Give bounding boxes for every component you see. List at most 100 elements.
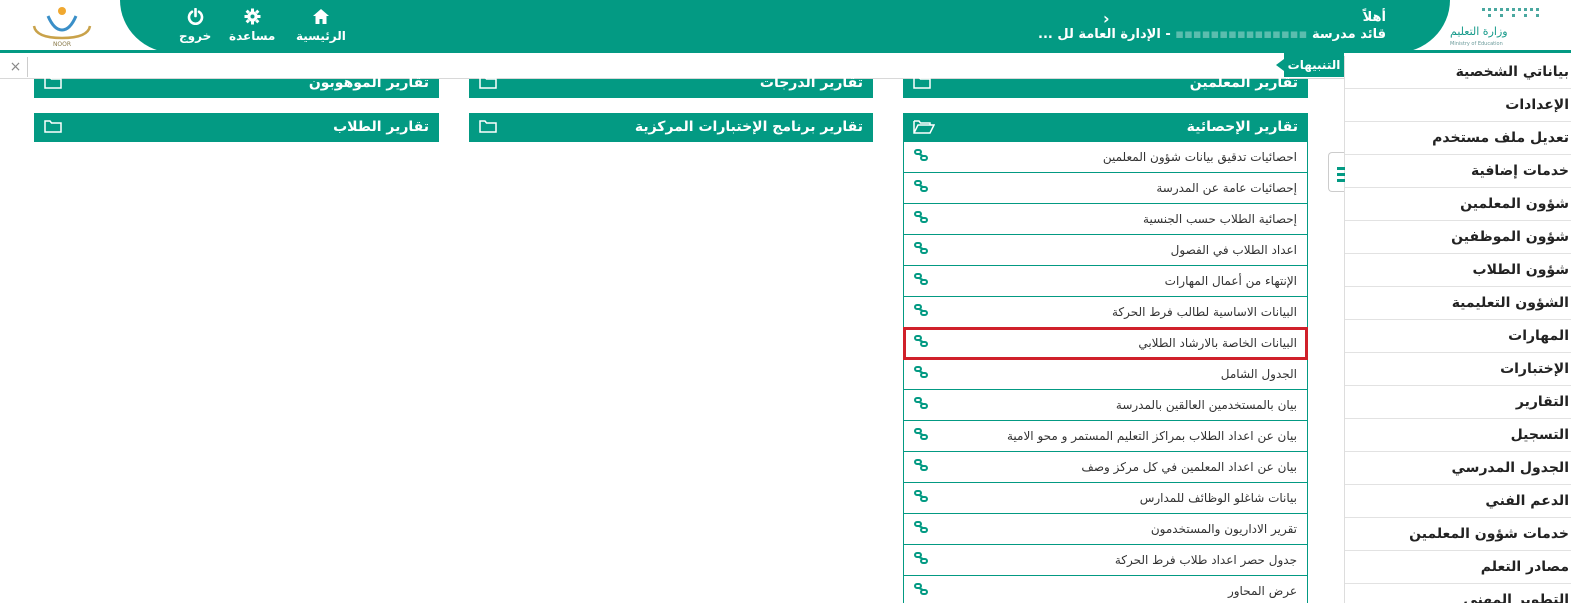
close-icon[interactable]: ×	[4, 57, 28, 77]
moe-logo[interactable]: وزارة التعليم Ministry of Education	[1448, 4, 1544, 48]
link-icon	[914, 490, 928, 502]
folder-icon	[44, 76, 62, 89]
folder-icon	[913, 76, 931, 89]
report-label: إحصائية الطلاب حسب الجنسية	[1143, 212, 1297, 226]
link-icon	[914, 397, 928, 409]
report-label: بيان بالمستخدمين العالقين بالمدرسة	[1115, 398, 1297, 412]
moe-logo-subtext: Ministry of Education	[1450, 41, 1503, 47]
gear-icon	[244, 8, 261, 25]
report-item[interactable]: عرض المحاور	[904, 576, 1307, 603]
report-item[interactable]: بيان بالمستخدمين العالقين بالمدرسة	[904, 390, 1307, 421]
user-role-line: قائد مدرسة ▪▪▪▪▪▪▪▪▪▪▪▪▪▪▪ - الإدارة الع…	[1038, 27, 1386, 42]
link-icon	[914, 242, 928, 254]
user-role: قائد مدرسة	[1311, 27, 1386, 42]
panel-title: تقارير المعلمين	[1189, 75, 1298, 91]
report-label: إحصائيات عامة عن المدرسة	[1156, 181, 1297, 195]
help-button[interactable]: مساعدة	[229, 8, 275, 43]
report-item[interactable]: بيانات شاغلو الوظائف للمدارس	[904, 483, 1307, 514]
report-label: احصائيات تدقيق بيانات شؤون المعلمين	[1102, 150, 1297, 164]
folder-open-icon	[913, 120, 935, 134]
panel-title: تقارير الدرجات	[759, 75, 863, 91]
sidebar-item-teachers-affairs[interactable]: شؤون المعلمين	[1345, 188, 1571, 221]
sidebar-item-educational-affairs[interactable]: الشؤون التعليمية	[1345, 287, 1571, 320]
report-label: عرض المحاور	[1227, 584, 1297, 598]
link-icon	[914, 273, 928, 285]
folder-icon	[479, 76, 497, 89]
report-item[interactable]: جدول حصر اعداد طلاب فرط الحركة	[904, 545, 1307, 576]
report-item[interactable]: الجدول الشامل	[904, 359, 1307, 390]
report-label: تقرير الاداريون والمستخدمون	[1150, 522, 1297, 536]
moe-logo-text: وزارة التعليم	[1450, 25, 1508, 38]
home-icon	[312, 9, 329, 24]
power-icon	[187, 8, 203, 25]
report-label: اعداد الطلاب في الفصول	[1170, 243, 1297, 257]
top-header: NOOR وزارة التعليم Ministry of Education…	[0, 0, 1571, 53]
sidebar-item-teacher-services[interactable]: خدمات شؤون المعلمين	[1345, 518, 1571, 551]
report-item[interactable]: البيانات الاساسية لطالب فرط الحركة	[904, 297, 1307, 328]
statistical-reports-list: احصائيات تدقيق بيانات شؤون المعلمين إحصا…	[903, 142, 1308, 603]
sidebar-item-reports[interactable]: التقارير	[1345, 386, 1571, 419]
report-item[interactable]: اعداد الطلاب في الفصول	[904, 235, 1307, 266]
report-label: بيان عن اعداد المعلمين في كل مركز وصف	[1081, 460, 1297, 474]
sidebar-item-school-schedule[interactable]: الجدول المدرسي	[1345, 452, 1571, 485]
report-label: الجدول الشامل	[1220, 367, 1297, 381]
sidebar-item-edit-user[interactable]: تعديل ملف مستخدم	[1345, 122, 1571, 155]
panel-teachers-reports[interactable]: تقارير المعلمين	[903, 75, 1308, 98]
panel-gifted-reports[interactable]: تقارير الموهوبون	[34, 75, 439, 98]
sidebar-item-exams[interactable]: الإختبارات	[1345, 353, 1571, 386]
user-greeting: أهلاً قائد مدرسة ▪▪▪▪▪▪▪▪▪▪▪▪▪▪▪ - الإدا…	[1038, 10, 1386, 42]
report-item[interactable]: إحصائية الطلاب حسب الجنسية	[904, 204, 1307, 235]
sidebar-toggle-icon[interactable]	[1328, 152, 1345, 192]
folder-icon	[44, 120, 62, 133]
link-icon	[914, 583, 928, 595]
report-label: بيان عن اعداد الطلاب بمراكز التعليم المس…	[1006, 429, 1297, 443]
report-item[interactable]: الإنتهاء من أعمال المهارات	[904, 266, 1307, 297]
sidebar-item-tech-support[interactable]: الدعم الفني	[1345, 485, 1571, 518]
logout-label: خروج	[179, 29, 212, 43]
logout-button[interactable]: خروج	[179, 8, 211, 43]
report-item[interactable]: بيان عن اعداد المعلمين في كل مركز وصف	[904, 452, 1307, 483]
report-item-highlighted[interactable]: البيانات الخاصة بالارشاد الطلابي	[903, 327, 1308, 360]
alerts-bar: ×	[0, 53, 1344, 79]
report-label: بيانات شاغلو الوظائف للمدارس	[1139, 491, 1297, 505]
panel-students-reports[interactable]: تقارير الطلاب	[34, 113, 439, 142]
report-label: جدول حصر اعداد طلاب فرط الحركة	[1114, 553, 1297, 567]
panel-grades-reports[interactable]: تقارير الدرجات	[469, 75, 873, 98]
link-icon	[914, 428, 928, 440]
sidebar-item-learning-resources[interactable]: مصادر التعلم	[1345, 551, 1571, 584]
report-item[interactable]: احصائيات تدقيق بيانات شؤون المعلمين	[904, 142, 1307, 173]
home-label: الرئيسية	[296, 29, 346, 43]
sidebar-item-professional-development[interactable]: التطوير المهني	[1345, 584, 1571, 603]
link-icon	[914, 304, 928, 316]
sidebar: بياناتي الشخصية الإعدادات تعديل ملف مستخ…	[1344, 56, 1571, 603]
report-item[interactable]: إحصائيات عامة عن المدرسة	[904, 173, 1307, 204]
link-icon	[914, 459, 928, 471]
link-icon	[914, 149, 928, 161]
link-icon	[914, 521, 928, 533]
panel-title: تقارير الطلاب	[333, 119, 429, 135]
report-label: الإنتهاء من أعمال المهارات	[1164, 274, 1297, 288]
link-icon	[914, 366, 928, 378]
report-item[interactable]: تقرير الاداريون والمستخدمون	[904, 514, 1307, 545]
report-item[interactable]: بيان عن اعداد الطلاب بمراكز التعليم المس…	[904, 421, 1307, 452]
panel-title: تقارير الموهوبون	[308, 75, 429, 91]
home-button[interactable]: الرئيسية	[296, 8, 346, 43]
sidebar-item-employees-affairs[interactable]: شؤون الموظفين	[1345, 221, 1571, 254]
redacted-name: ▪▪▪▪▪▪▪▪▪▪▪▪▪▪▪	[1175, 27, 1308, 42]
noor-logo-text: NOOR	[53, 41, 71, 48]
report-label: البيانات الاساسية لطالب فرط الحركة	[1112, 305, 1297, 319]
sidebar-item-extra-services[interactable]: خدمات إضافية	[1345, 155, 1571, 188]
link-icon	[914, 211, 928, 223]
sidebar-item-registration[interactable]: التسجيل	[1345, 419, 1571, 452]
sidebar-item-students-affairs[interactable]: شؤون الطلاب	[1345, 254, 1571, 287]
panel-statistical-reports[interactable]: تقارير الإحصائية	[903, 113, 1308, 142]
help-label: مساعدة	[229, 29, 276, 43]
sidebar-item-settings[interactable]: الإعدادات	[1345, 89, 1571, 122]
greeting-text: أهلاً	[1362, 10, 1386, 25]
sidebar-item-profile[interactable]: بياناتي الشخصية	[1345, 56, 1571, 89]
panel-central-exams-reports[interactable]: تقارير برنامج الإختبارات المركزية	[469, 113, 873, 142]
panel-title: تقارير الإحصائية	[1186, 119, 1298, 135]
noor-logo[interactable]: NOOR	[28, 4, 96, 48]
link-icon	[914, 180, 928, 192]
sidebar-item-skills[interactable]: المهارات	[1345, 320, 1571, 353]
